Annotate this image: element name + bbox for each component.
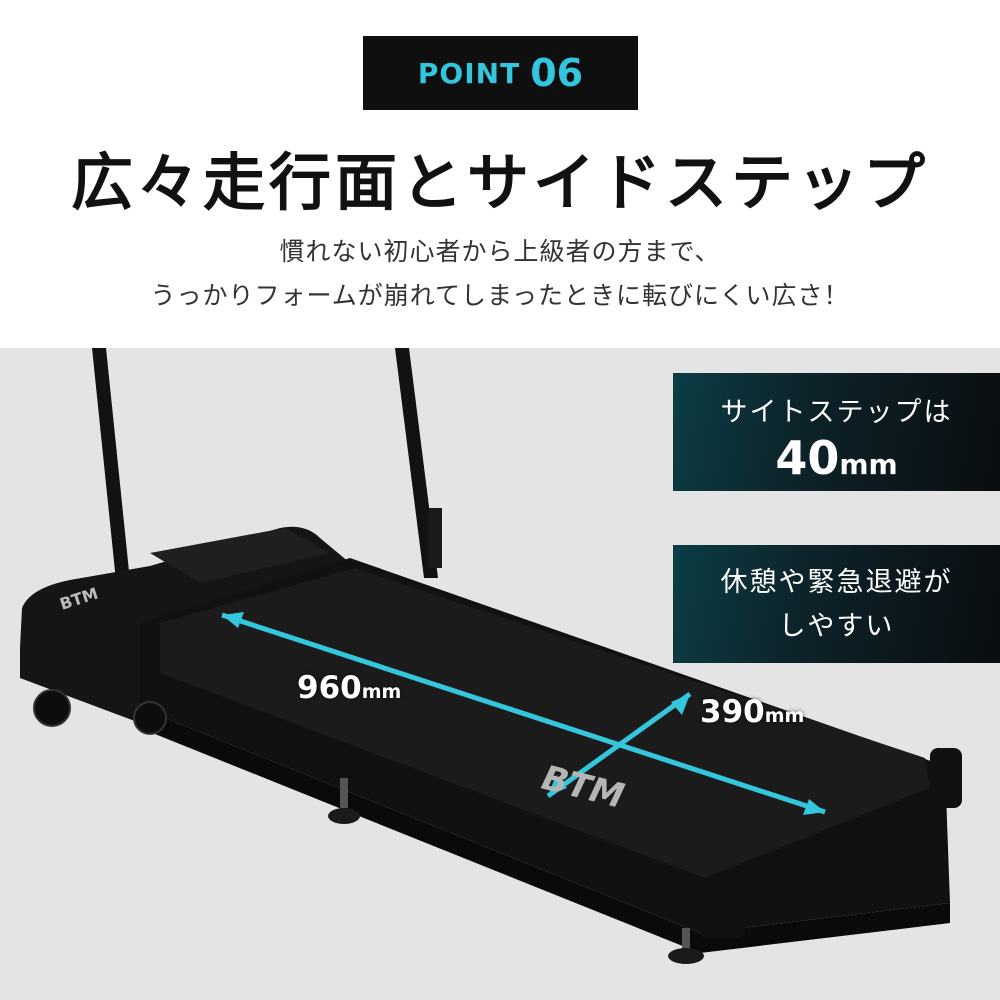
point-badge: POINT 06	[363, 36, 638, 110]
rest-line-2: しやすい	[778, 611, 895, 642]
subcopy-line-1: 慣れない初心者から上級者の方まで、	[279, 237, 721, 266]
side-step-box: サイトステップは 40mm	[673, 373, 1000, 491]
headline: 広々走行面とサイドステップ	[70, 146, 929, 219]
subcopy: 慣れない初心者から上級者の方まで、 うっかりフォームが崩れてしまったときに転びに…	[0, 230, 1000, 318]
side-step-text: サイトステップは	[720, 397, 953, 428]
foot-rear-stem	[682, 928, 690, 950]
wheel-front-2	[133, 701, 167, 735]
rear-end-cap	[700, 888, 745, 938]
side-step-unit: mm	[839, 448, 898, 481]
point-word: POINT	[417, 56, 521, 90]
subcopy-line-2: うっかりフォームが崩れてしまったときに転びにくい広さ！	[150, 281, 850, 310]
wheel-front	[33, 689, 71, 727]
length-label: 960mm	[297, 670, 401, 706]
point-number: 06	[530, 51, 584, 95]
length-value: 960	[297, 670, 362, 706]
foot-middle	[328, 808, 360, 824]
rear-roller	[930, 748, 962, 808]
foot-rear	[668, 948, 704, 964]
width-unit: mm	[764, 705, 805, 727]
width-value: 390	[700, 694, 765, 730]
side-step-value: 40	[775, 431, 840, 485]
width-label: 390mm	[700, 694, 804, 730]
foot-middle-stem	[340, 778, 348, 808]
rest-box: 休憩や緊急退避が しやすい	[673, 545, 1000, 663]
post-joint-right	[428, 508, 442, 568]
rest-line-1: 休憩や緊急退避が	[720, 567, 953, 598]
length-unit: mm	[361, 681, 402, 703]
